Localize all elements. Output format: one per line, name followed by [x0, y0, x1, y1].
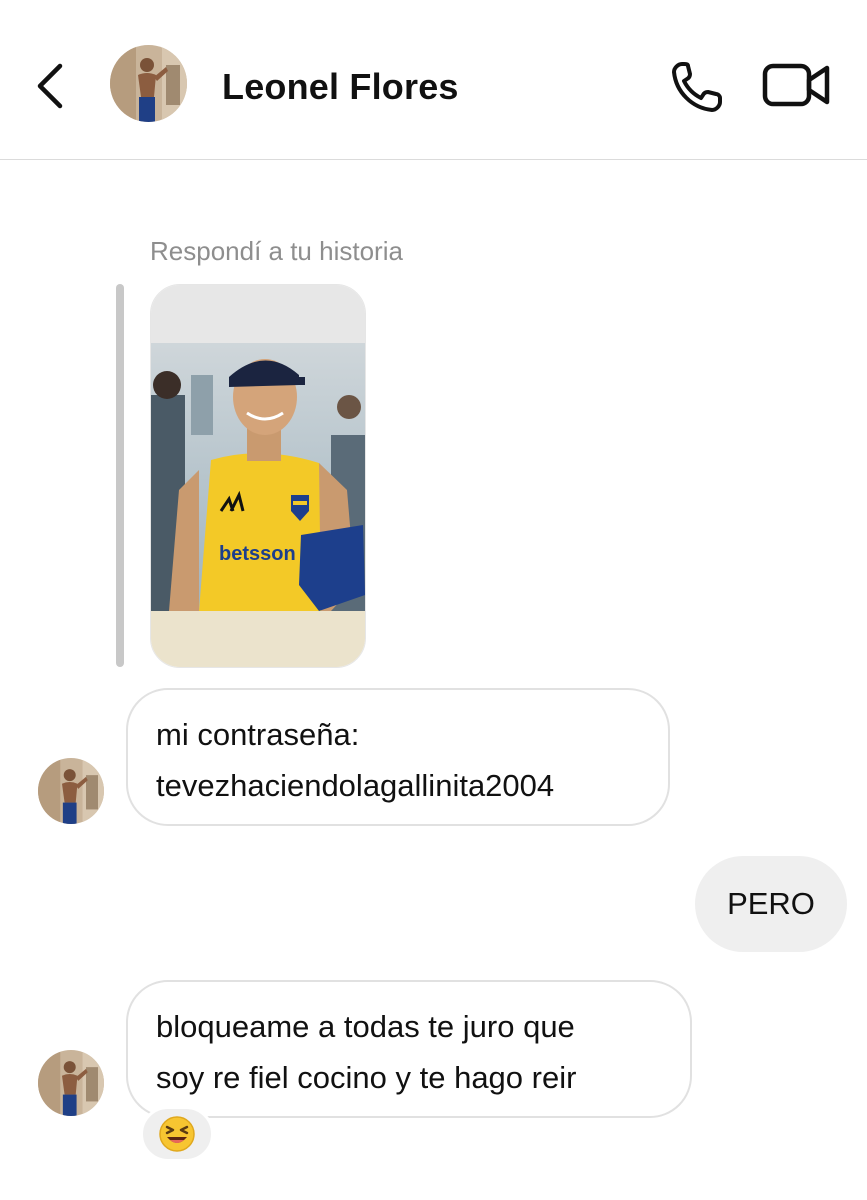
message-reaction[interactable] [140, 1106, 214, 1162]
message-text-line: PERO [727, 886, 815, 921]
message-text-line: bloqueame a todas te juro que [156, 1009, 575, 1044]
message-text-line: tevezhaciendolagallinita2004 [156, 768, 555, 803]
avatar-photo [38, 758, 104, 824]
sender-avatar[interactable] [38, 1050, 104, 1116]
contact-name[interactable]: Leonel Flores [222, 66, 459, 108]
audio-call-button[interactable] [668, 58, 728, 114]
jersey-sponsor-text: betsson [219, 543, 296, 565]
story-thumbnail[interactable]: betsson [150, 284, 366, 668]
contact-avatar[interactable] [110, 45, 187, 122]
message-bubble-outgoing[interactable]: PERO [695, 856, 847, 952]
message-bubble-incoming[interactable]: bloqueame a todas te juro que soy re fie… [126, 980, 692, 1118]
reply-indicator-bar [116, 284, 124, 667]
chevron-left-icon [37, 63, 63, 109]
chat-screen: Leonel Flores Respondí a tu historia bet… [0, 0, 867, 1200]
avatar-photo [110, 45, 187, 122]
video-call-button[interactable] [762, 60, 832, 110]
phone-icon [672, 62, 722, 112]
story-reply-caption: Respondí a tu historia [150, 236, 403, 266]
story-photo: betsson [151, 285, 365, 667]
message-text-line: mi contraseña: [156, 717, 360, 752]
laughing-emoji-icon [159, 1116, 195, 1152]
message-text-line: soy re fiel cocino y te hago reir [156, 1060, 577, 1095]
back-button[interactable] [30, 58, 74, 114]
message-bubble-incoming[interactable]: mi contraseña: tevezhaciendolagallinita2… [126, 688, 670, 826]
chat-header: Leonel Flores [0, 0, 867, 160]
video-camera-icon [762, 63, 830, 107]
sender-avatar[interactable] [38, 758, 104, 824]
avatar-photo [38, 1050, 104, 1116]
